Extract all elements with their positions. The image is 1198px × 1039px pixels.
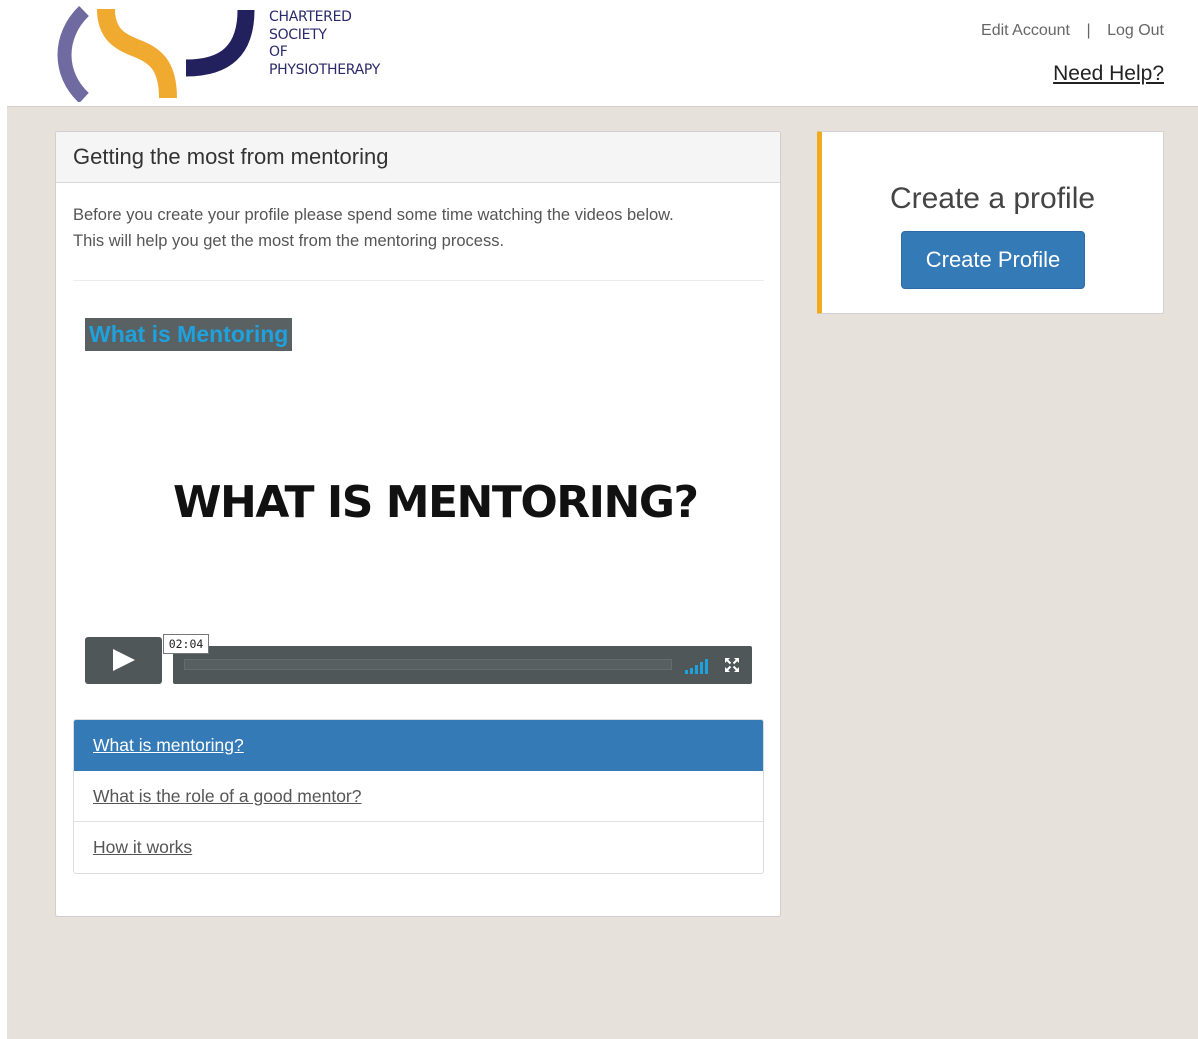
intro-text: Before you create your profile please sp…	[73, 202, 773, 254]
video-player[interactable]: What is Mentoring WHAT IS MENTORING? 02:…	[85, 317, 752, 685]
fullscreen-icon[interactable]	[724, 657, 740, 673]
video-list: What is mentoring? What is the role of a…	[73, 719, 764, 874]
csp-logo[interactable]: CHARTERED SOCIETY OF PHYSIOTHERAPY	[50, 5, 390, 104]
video-link[interactable]: How it works	[93, 837, 192, 857]
panel-heading: Getting the most from mentoring	[56, 132, 780, 183]
edit-account-link[interactable]: Edit Account	[981, 22, 1070, 39]
video-controls	[173, 646, 752, 684]
play-button[interactable]	[85, 637, 162, 684]
video-frame-text: WHAT IS MENTORING?	[173, 477, 699, 528]
create-profile-title: Create a profile	[889, 182, 1096, 215]
logo-line: OF	[269, 44, 288, 60]
video-title[interactable]: What is Mentoring	[85, 318, 293, 351]
log-out-link[interactable]: Log Out	[1107, 22, 1164, 39]
video-list-item-how-it-works[interactable]: How it works	[74, 822, 763, 873]
divider	[73, 280, 764, 281]
logo-line: PHYSIOTHERAPY	[269, 61, 381, 78]
logo-line: CHARTERED	[269, 9, 352, 25]
need-help-link[interactable]: Need Help?	[1053, 62, 1164, 86]
mentoring-videos-panel: Getting the most from mentoring Before y…	[55, 131, 781, 917]
csp-logo-mark-icon	[57, 5, 255, 104]
video-link[interactable]: What is mentoring?	[93, 735, 244, 755]
site-header: CHARTERED SOCIETY OF PHYSIOTHERAPY Edit …	[0, 0, 1198, 106]
create-profile-card: Create a profile Create Profile	[817, 131, 1164, 314]
logo-line: SOCIETY	[269, 26, 327, 43]
play-icon	[113, 649, 135, 671]
video-link[interactable]: What is the role of a good mentor?	[93, 786, 361, 806]
time-tooltip: 02:04	[163, 634, 209, 654]
create-profile-button[interactable]: Create Profile	[901, 231, 1085, 289]
progress-bar[interactable]	[184, 659, 672, 670]
video-list-item-what-is-mentoring[interactable]: What is mentoring?	[74, 720, 763, 771]
account-links: Edit Account | Log Out	[981, 22, 1164, 40]
intro-line: This will help you get the most from the…	[73, 232, 505, 250]
volume-icon[interactable]	[685, 658, 713, 674]
intro-line: Before you create your profile please sp…	[73, 206, 674, 224]
video-list-item-role-of-mentor[interactable]: What is the role of a good mentor?	[74, 771, 763, 822]
logo-text: CHARTERED SOCIETY OF PHYSIOTHERAPY	[269, 9, 380, 79]
link-separator: |	[1086, 22, 1091, 39]
